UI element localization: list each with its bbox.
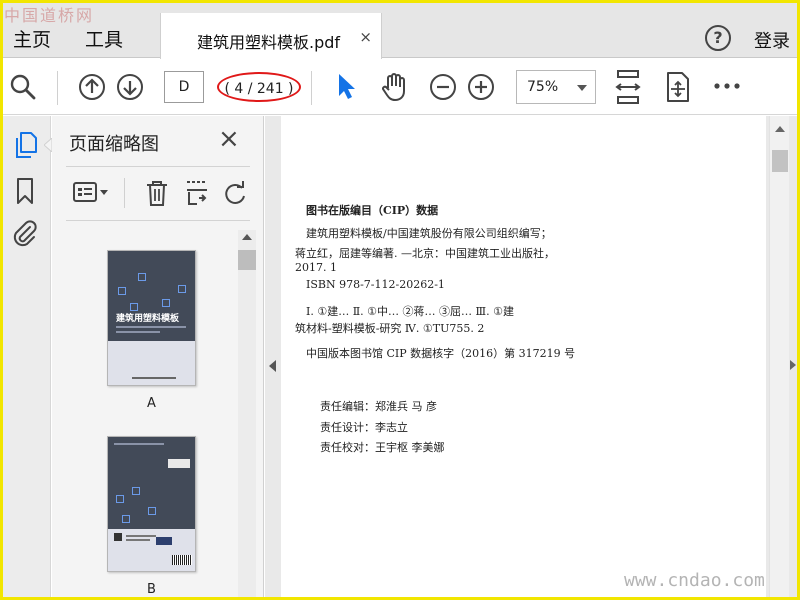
select-cursor-icon[interactable] (333, 71, 359, 101)
menu-bar: 主页 工具 建筑用塑料模板.pdf × ? 登录 (3, 3, 797, 59)
page-count: ( 4 / 241 ) (217, 72, 301, 102)
expand-right-icon[interactable] (790, 360, 796, 370)
pages-icon[interactable] (12, 130, 40, 160)
document-scrollbar[interactable] (769, 116, 789, 597)
cip-line: Ⅰ. ①建… Ⅱ. ①中… ②蒋… ③屈… Ⅲ. ①建 (306, 305, 514, 318)
toolbar-separator (311, 71, 312, 105)
thumbnail-page-a[interactable]: 建筑用塑料模板 (107, 250, 196, 386)
thumbnails-panel: 页面缩略图 × 建筑用塑料模板 A B (52, 116, 264, 597)
document-tab[interactable]: 建筑用塑料模板.pdf × (160, 13, 382, 59)
thumbnail-page-b[interactable] (107, 436, 196, 572)
thumbnail-cover-title: 建筑用塑料模板 (116, 314, 180, 324)
hand-tool-icon[interactable] (379, 71, 411, 103)
thumbnail-label: B (147, 582, 156, 597)
credit-line: 责任校对：王宇枢 李美娜 (320, 441, 445, 454)
document-area: 图书在版编目（CIP）数据 建筑用塑料模板/中国建筑股份有限公司组织编写； 蒋立… (265, 116, 797, 597)
document-tab-label: 建筑用塑料模板.pdf (197, 33, 341, 52)
zoom-out-icon[interactable] (429, 73, 457, 101)
cip-line: 中国版本图书馆 CIP 数据核字（2016）第 317219 号 (306, 347, 576, 360)
nav-tools[interactable]: 工具 (85, 25, 123, 52)
toolbar-separator (57, 71, 58, 105)
panel-scrollbar-thumb[interactable] (238, 250, 256, 270)
nav-home[interactable]: 主页 (13, 25, 51, 52)
cip-heading: 图书在版编目（CIP）数据 (306, 204, 439, 217)
panel-close-icon[interactable]: × (218, 126, 240, 152)
panel-title: 页面缩略图 (69, 134, 159, 155)
more-icon[interactable] (713, 81, 741, 91)
zoom-select[interactable]: 75% (516, 70, 596, 104)
zoom-value: 75% (527, 79, 559, 95)
zoom-in-icon[interactable] (467, 73, 495, 101)
panel-divider (66, 220, 250, 221)
thumbnail-label: A (147, 396, 156, 411)
scroll-up-icon[interactable] (775, 126, 785, 132)
cip-line: 2017. 1 (295, 261, 337, 274)
watermark-bottom: www.cndao.com (624, 570, 765, 591)
page-up-icon[interactable] (78, 73, 106, 101)
chevron-down-icon (577, 85, 587, 91)
tab-close-icon[interactable]: × (359, 28, 372, 46)
cip-line: 筑材料-塑料模板-研究 Ⅳ. ①TU755. 2 (295, 322, 485, 335)
toolbar: D ( 4 / 241 ) 75% (3, 59, 797, 115)
left-rail (3, 116, 52, 597)
attachment-icon[interactable] (10, 218, 40, 248)
page-number-input[interactable]: D (164, 71, 204, 103)
page-down-icon[interactable] (116, 73, 144, 101)
panel-toolbar-separator (124, 178, 125, 208)
panel-divider (66, 166, 250, 167)
collapse-panel-icon[interactable] (269, 360, 276, 372)
cip-line: 建筑用塑料模板/中国建筑股份有限公司组织编写； (306, 227, 552, 240)
panel-scrollbar[interactable] (238, 230, 256, 597)
cip-line: ISBN 978-7-112-20262-1 (306, 278, 445, 291)
credit-line: 责任设计：李志立 (320, 421, 408, 434)
cip-line: 蒋立红，屈建等编著. —北京：中国建筑工业出版社， (295, 247, 555, 260)
scroll-up-icon[interactable] (242, 234, 252, 240)
bookmark-icon[interactable] (13, 176, 37, 206)
fit-page-icon[interactable] (613, 68, 643, 106)
rotate-view-icon[interactable] (663, 70, 693, 104)
delete-icon[interactable] (144, 178, 170, 208)
rotate-icon[interactable] (224, 178, 250, 208)
credit-line: 责任编辑：郑淮兵 马 彦 (320, 400, 437, 413)
thumbnail-options-icon[interactable] (72, 180, 112, 206)
document-scrollbar-thumb[interactable] (772, 150, 788, 172)
search-icon[interactable] (9, 73, 37, 101)
document-page: 图书在版编目（CIP）数据 建筑用塑料模板/中国建筑股份有限公司组织编写； 蒋立… (281, 116, 766, 597)
help-icon[interactable]: ? (705, 25, 731, 51)
watermark-top: 中国道桥网 (4, 6, 95, 25)
login-button[interactable]: 登录 (754, 27, 790, 53)
active-panel-pointer (44, 138, 52, 152)
extract-pages-icon[interactable] (184, 178, 210, 208)
